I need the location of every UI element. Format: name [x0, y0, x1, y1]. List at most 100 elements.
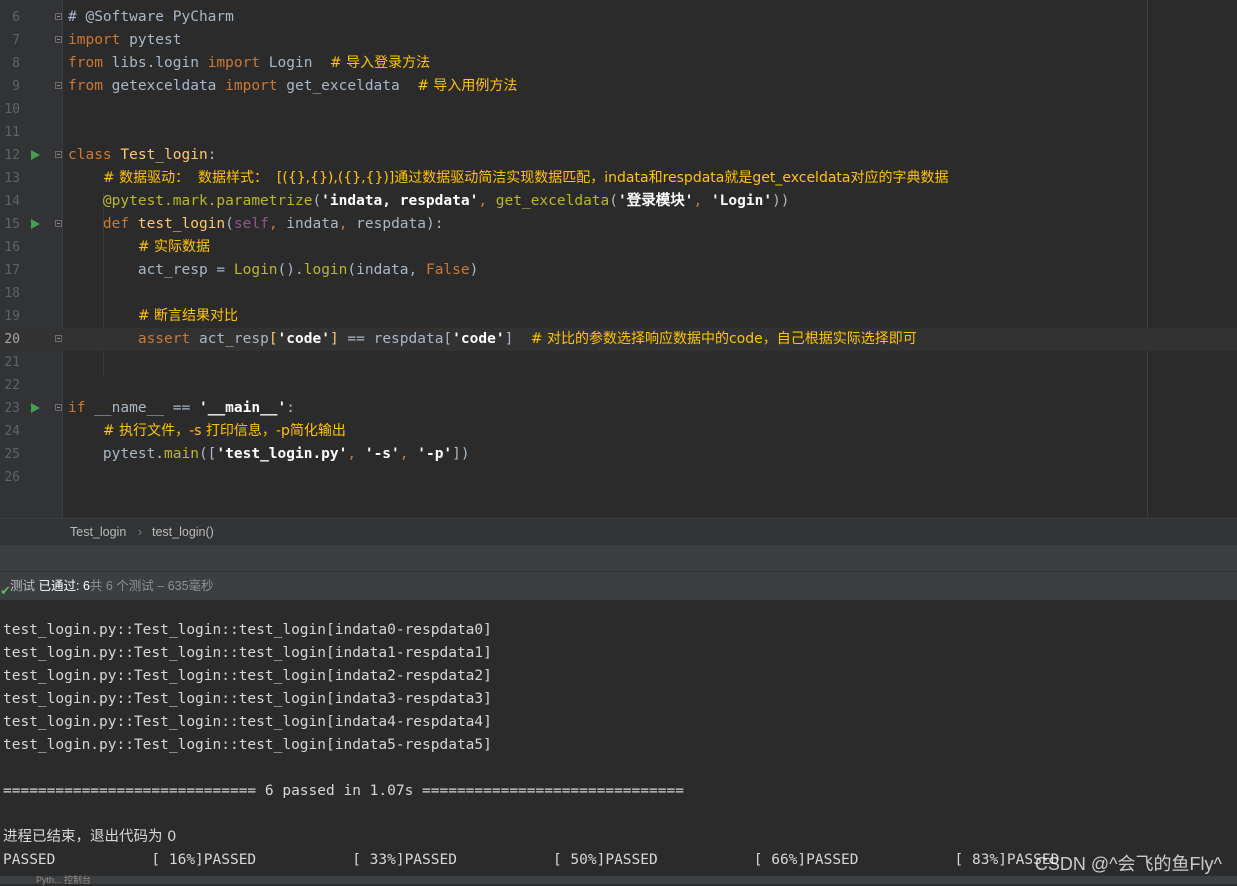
line-number: 15 [4, 217, 20, 232]
code-line[interactable]: 18 [0, 282, 1237, 305]
line-number: 21 [4, 355, 20, 370]
code-line[interactable]: 9 from getexceldata import get_exceldata … [0, 75, 1237, 98]
code-token: Login [260, 55, 330, 71]
code-token: act_resp [190, 331, 269, 347]
code-line[interactable]: 22 [0, 374, 1237, 397]
line-number: 19 [4, 309, 20, 324]
code-token: # @Software PyCharm [68, 9, 234, 25]
code-token: ]) [452, 446, 470, 462]
code-token: ( [225, 216, 234, 232]
code-token: '__main__' [198, 400, 287, 416]
breadcrumb-separator: › [138, 525, 143, 539]
code-token: # 导入用例方法 [417, 78, 518, 94]
code-token: : [286, 400, 296, 416]
code-token: pytest. [68, 446, 165, 462]
line-number: 24 [4, 424, 20, 439]
console-output[interactable]: test_login.py::Test_login::test_login[in… [0, 600, 1237, 884]
line-number: 23 [4, 401, 20, 416]
test-status-prefix: 测试 [10, 579, 36, 593]
code-token: ): [426, 216, 444, 232]
code-token: login [303, 262, 348, 278]
code-line[interactable]: 11 [0, 121, 1237, 144]
code-token: # 实际数据 [137, 239, 211, 255]
code-line[interactable]: 15 def test_login(self, indata, respdata… [0, 213, 1237, 236]
line-number: 18 [4, 286, 20, 301]
code-token: (). [277, 262, 304, 278]
code-token: '登录模块' [618, 193, 694, 209]
breadcrumb: Test_login › test_login() [0, 518, 1237, 545]
fold-marker-icon[interactable] [55, 13, 62, 20]
code-token: ) [469, 262, 479, 278]
line-number: 22 [4, 378, 20, 393]
code-token: get_exceldata [277, 78, 418, 94]
bottom-tab-fragment[interactable]: Pyth... 控制台 [36, 873, 91, 886]
code-line[interactable]: 26 [0, 466, 1237, 489]
code-token: , [338, 216, 357, 232]
code-line[interactable]: 23 if __name__ == '__main__': [0, 397, 1237, 420]
code-text: assert act_resp['code'] == respdata['cod… [68, 328, 917, 351]
console-exit-message: 进程已结束，退出代码为 0 [3, 829, 177, 845]
run-gutter-icon[interactable] [31, 150, 40, 160]
code-token: ([ [198, 446, 217, 462]
code-line[interactable]: 21 [0, 351, 1237, 374]
test-total-summary: 共 6 个测试 – 635毫秒 [89, 579, 214, 593]
console-progress: PASSED [ 16%]PASSED [ 33%]PASSED [ 50%]P… [3, 852, 1060, 868]
code-line[interactable]: 20 assert act_resp['code'] == respdata['… [0, 328, 1237, 351]
fold-marker-icon[interactable] [55, 36, 62, 43]
fold-marker-icon[interactable] [55, 82, 62, 89]
code-line[interactable]: 17 act_resp = Login().login(indata, Fals… [0, 259, 1237, 282]
test-status-bar: ✔ 测试 已通过: 6共 6 个测试 – 635毫秒 [0, 571, 1237, 600]
line-number: 7 [12, 33, 20, 48]
code-token: test_login [137, 216, 226, 232]
code-token: pytest [120, 32, 182, 48]
breadcrumb-class[interactable]: Test_login [70, 525, 126, 539]
console-result-line: test_login.py::Test_login::test_login[in… [3, 668, 492, 684]
code-token: [ [268, 331, 278, 347]
code-text: pytest.main(['test_login.py', '-s', '-p'… [68, 443, 470, 466]
code-line[interactable]: 6 # @Software PyCharm [0, 6, 1237, 29]
code-token: ] [329, 331, 339, 347]
code-token: if [68, 400, 86, 416]
code-line[interactable]: 14 @pytest.mark.parametrize('indata, res… [0, 190, 1237, 213]
fold-marker-icon[interactable] [55, 335, 62, 342]
code-token: class [68, 147, 112, 163]
code-token: , [478, 193, 496, 209]
code-line[interactable]: 12 class Test_login: [0, 144, 1237, 167]
code-line[interactable]: 8 from libs.login import Login # 导入登录方法 [0, 52, 1237, 75]
code-line[interactable]: 7 import pytest [0, 29, 1237, 52]
run-gutter-icon[interactable] [31, 403, 40, 413]
code-token: '-s' [364, 446, 400, 462]
fold-marker-icon[interactable] [55, 220, 62, 227]
console-result-line: test_login.py::Test_login::test_login[in… [3, 737, 492, 753]
code-line[interactable]: 25 pytest.main(['test_login.py', '-s', '… [0, 443, 1237, 466]
line-number: 12 [4, 148, 20, 163]
code-token: main [164, 446, 199, 462]
code-line[interactable]: 13 # 数据驱动： 数据样式： [({},{}),({},{})]通过数据驱动… [0, 167, 1237, 190]
line-number: 16 [4, 240, 20, 255]
code-text: import pytest [68, 29, 182, 52]
code-token: False [425, 262, 470, 278]
code-text: def test_login(self, indata, respdata): [68, 213, 444, 236]
code-line[interactable]: 16 # 实际数据 [0, 236, 1237, 259]
fold-marker-icon[interactable] [55, 151, 62, 158]
console-summary: ============================= 6 passed i… [3, 783, 684, 799]
code-editor[interactable]: 6 # @Software PyCharm 7 import pytest 8 from … [0, 0, 1237, 518]
code-line[interactable]: 24 # 执行文件，-s 打印信息，-p简化输出 [0, 420, 1237, 443]
code-line[interactable]: 19 # 断言结果对比 [0, 305, 1237, 328]
code-token: '-p' [417, 446, 453, 462]
code-line[interactable]: 10 [0, 98, 1237, 121]
breadcrumb-method[interactable]: test_login() [152, 525, 214, 539]
code-token: def [102, 216, 130, 232]
fold-marker-icon[interactable] [55, 404, 62, 411]
line-number: 6 [12, 10, 20, 25]
line-number: 8 [12, 56, 20, 71]
line-number: 10 [4, 102, 20, 117]
code-token: ( [312, 193, 322, 209]
code-token: __name__ == [85, 400, 199, 416]
code-token: 'code' [452, 331, 505, 347]
run-gutter-icon[interactable] [31, 219, 40, 229]
